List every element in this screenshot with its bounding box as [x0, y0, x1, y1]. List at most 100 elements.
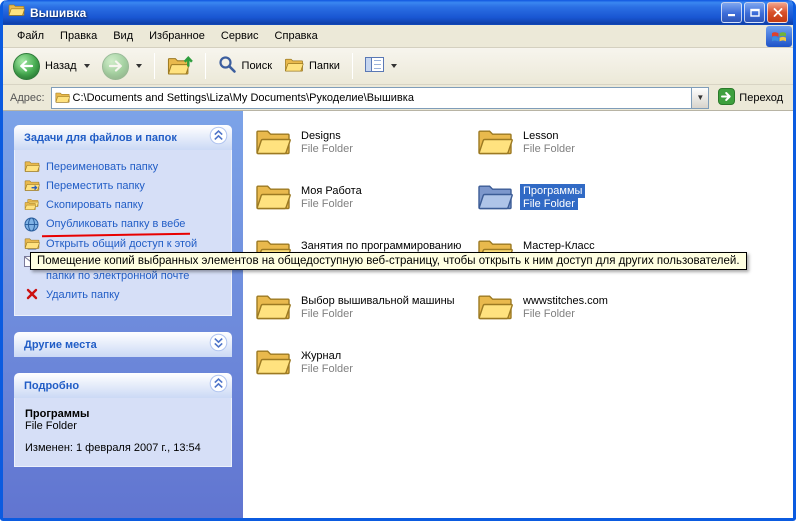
- back-label: Назад: [45, 60, 77, 72]
- tasks-panel-body: Переименовать папку Переместить папку Скоп…: [14, 150, 232, 316]
- toolbar-separator: [205, 53, 206, 79]
- search-label: Поиск: [242, 60, 272, 72]
- menu-item[interactable]: Сервис: [213, 27, 267, 45]
- file-type: File Folder: [520, 143, 578, 155]
- details-file-type: File Folder: [25, 420, 221, 432]
- window-controls: [721, 2, 788, 23]
- task-item[interactable]: Переименовать папку: [17, 158, 229, 177]
- tasks-panel-header[interactable]: Задачи для файлов и папок: [14, 125, 232, 150]
- up-button[interactable]: [162, 52, 198, 81]
- back-dropdown-icon[interactable]: [84, 64, 90, 68]
- file-type: File Folder: [298, 363, 356, 375]
- menu-bar: ФайлПравкаВидИзбранноеСервисСправка: [3, 25, 793, 48]
- address-input[interactable]: [73, 88, 692, 108]
- folders-label: Папки: [309, 60, 340, 72]
- file-name: Занятия по программированию: [298, 239, 464, 253]
- file-item[interactable]: wwwstitches.comFile Folder: [477, 292, 699, 347]
- task-item[interactable]: Удалить папку: [17, 286, 229, 305]
- file-item[interactable]: LessonFile Folder: [477, 127, 699, 182]
- copy-folder-icon: [23, 198, 40, 211]
- folder-icon: [477, 292, 513, 327]
- menu-item[interactable]: Избранное: [141, 27, 213, 45]
- task-item[interactable]: Опубликовать папку в вебе: [17, 215, 229, 235]
- file-name: Designs: [298, 129, 344, 143]
- folder-icon: [255, 182, 291, 217]
- go-button[interactable]: Переход: [715, 87, 786, 109]
- folders-icon: [284, 57, 304, 76]
- forward-dropdown-icon[interactable]: [136, 64, 142, 68]
- file-list-area[interactable]: DesignsFile FolderLessonFile FolderМоя Р…: [243, 111, 793, 518]
- views-dropdown-icon[interactable]: [391, 64, 397, 68]
- back-button[interactable]: Назад: [8, 51, 95, 82]
- other-places-panel: Другие места: [14, 332, 232, 357]
- file-name: wwwstitches.com: [520, 294, 611, 308]
- address-combo[interactable]: ▼: [51, 87, 710, 109]
- menu-item[interactable]: Правка: [52, 27, 105, 45]
- maximize-button[interactable]: [744, 2, 765, 23]
- folder-icon: [255, 292, 291, 327]
- file-item[interactable]: Моя РаботаFile Folder: [255, 182, 477, 237]
- file-type: File Folder: [520, 198, 578, 210]
- toolbar-separator: [352, 53, 353, 79]
- explorer-window: Вышивка ФайлПравкаВидИзбранноеСервисСпра…: [0, 0, 796, 521]
- rename-folder-icon: [23, 160, 40, 173]
- folder-icon: [8, 3, 25, 22]
- task-item[interactable]: Скопировать папку: [17, 196, 229, 215]
- menu-item[interactable]: Вид: [105, 27, 141, 45]
- views-button[interactable]: [360, 55, 402, 77]
- folder-icon: [255, 127, 291, 162]
- tasks-panel-title: Задачи для файлов и папок: [24, 132, 177, 144]
- details-panel-header[interactable]: Подробно: [14, 373, 232, 398]
- chevron-up-icon[interactable]: [209, 126, 228, 150]
- folder-icon: [52, 91, 73, 104]
- close-button[interactable]: [767, 2, 788, 23]
- search-icon: [218, 55, 237, 77]
- file-item[interactable]: Выбор вышивальной машиныFile Folder: [255, 292, 477, 347]
- folders-button[interactable]: Папки: [279, 55, 345, 78]
- chevron-up-icon[interactable]: [209, 374, 228, 398]
- task-label: Скопировать папку: [46, 199, 143, 212]
- file-name: Журнал: [298, 349, 344, 363]
- other-places-header[interactable]: Другие места: [14, 332, 232, 357]
- file-type: File Folder: [298, 198, 356, 210]
- folder-icon: [255, 347, 291, 382]
- menu-item[interactable]: Справка: [267, 27, 326, 45]
- menu-items: ФайлПравкаВидИзбранноеСервисСправка: [9, 27, 326, 45]
- folder-icon: [477, 127, 513, 162]
- chevron-down-icon[interactable]: [209, 333, 228, 357]
- delete-icon: [23, 288, 40, 300]
- title-bar[interactable]: Вышивка: [3, 0, 793, 25]
- file-name: Программы: [520, 184, 585, 198]
- task-label: Опубликовать папку в вебе: [46, 218, 185, 231]
- task-pane-sidebar: Задачи для файлов и папок Переименовать …: [3, 111, 243, 518]
- details-panel: Подробно Программы File Folder Изменен: …: [14, 373, 232, 467]
- forward-icon: [102, 53, 129, 80]
- file-type: File Folder: [298, 308, 356, 320]
- views-icon: [365, 57, 384, 75]
- task-label: Удалить папку: [46, 289, 120, 302]
- search-button[interactable]: Поиск: [213, 53, 277, 79]
- file-name: Выбор вышивальной машины: [298, 294, 458, 308]
- go-icon: [718, 88, 735, 108]
- file-type: File Folder: [298, 143, 356, 155]
- file-item[interactable]: DesignsFile Folder: [255, 127, 477, 182]
- address-dropdown-icon[interactable]: ▼: [691, 88, 708, 108]
- window-body: Задачи для файлов и папок Переименовать …: [3, 111, 793, 518]
- task-label: Открыть общий доступ к этой: [46, 238, 197, 251]
- minimize-button[interactable]: [721, 2, 742, 23]
- menu-item[interactable]: Файл: [9, 27, 52, 45]
- file-item[interactable]: ПрограммыFile Folder: [477, 182, 699, 237]
- details-file-name: Программы: [25, 408, 221, 420]
- go-label: Переход: [739, 92, 783, 104]
- details-modified-date: Изменен: 1 февраля 2007 г., 13:54: [25, 442, 221, 454]
- task-label: Переименовать папку: [46, 161, 158, 174]
- file-type: File Folder: [520, 308, 578, 320]
- file-item[interactable]: ЖурналFile Folder: [255, 347, 477, 402]
- file-name: Lesson: [520, 129, 561, 143]
- file-name: Мастер-Класс: [520, 239, 598, 253]
- forward-button[interactable]: [97, 51, 147, 82]
- toolbar: Назад Поиск Папки: [3, 48, 793, 85]
- address-bar: Адрес: ▼ Переход: [3, 85, 793, 111]
- file-folder-tasks-panel: Задачи для файлов и папок Переименовать …: [14, 125, 232, 316]
- task-item[interactable]: Переместить папку: [17, 177, 229, 196]
